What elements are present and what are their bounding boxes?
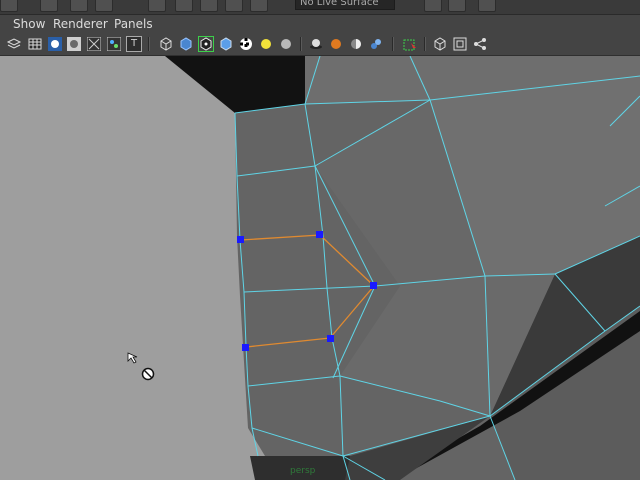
snap-grid-icon[interactable] (148, 0, 166, 12)
wireframe-on-shaded-icon[interactable] (198, 36, 214, 52)
checker-icon[interactable] (238, 36, 254, 52)
image-plane-icon[interactable] (106, 36, 122, 52)
light-bulb-icon[interactable] (258, 36, 274, 52)
multisample-icon[interactable] (368, 36, 384, 52)
select-by-hierarchy-icon[interactable] (40, 0, 58, 12)
menu-renderer[interactable]: Renderer (53, 15, 108, 33)
text-icon[interactable]: T (126, 36, 142, 52)
toolbar-separator (148, 37, 150, 51)
toolbar-separator (392, 37, 394, 51)
select-by-component-icon[interactable] (95, 0, 113, 12)
vertex-handle[interactable] (237, 236, 244, 243)
vertex-handle[interactable] (327, 335, 334, 342)
vertex-handle[interactable] (242, 344, 249, 351)
wireframe-cube-icon[interactable] (158, 36, 174, 52)
menu-show[interactable]: Show (13, 15, 45, 33)
smooth-shade-cube-icon[interactable] (178, 36, 194, 52)
xray-icon[interactable] (86, 36, 102, 52)
select-camera-icon[interactable] (402, 36, 418, 52)
camera-attributes-icon[interactable] (6, 36, 22, 52)
default-light-icon[interactable] (278, 36, 294, 52)
panel-menu-bar: Show Renderer Panels (0, 15, 640, 33)
viewport-canvas[interactable] (0, 56, 640, 480)
textured-cube-icon[interactable] (218, 36, 234, 52)
render-icon[interactable] (424, 0, 442, 12)
menu-panels[interactable]: Panels (114, 15, 153, 33)
live-surface-field[interactable]: No Live Surface (295, 0, 395, 10)
snap-point-icon[interactable] (200, 0, 218, 12)
snap-view-icon[interactable] (225, 0, 243, 12)
ambient-occlusion-icon[interactable] (328, 36, 344, 52)
snap-curve-icon[interactable] (175, 0, 193, 12)
toolbar-separator (424, 37, 426, 51)
share-icon[interactable] (472, 36, 488, 52)
select-by-object-icon[interactable] (70, 0, 88, 12)
panel-toolbar: T (0, 33, 640, 56)
resolution-gate-icon[interactable] (452, 36, 468, 52)
isolate-icon[interactable] (66, 36, 82, 52)
toolbar-separator (300, 37, 302, 51)
vertex-handle[interactable] (370, 282, 377, 289)
grid-icon[interactable] (27, 36, 43, 52)
render-settings-icon[interactable] (478, 0, 496, 12)
vertex-handle[interactable] (316, 231, 323, 238)
toolbar-button[interactable] (0, 0, 18, 12)
shadows-icon[interactable] (308, 36, 324, 52)
motion-blur-icon[interactable] (348, 36, 364, 52)
perspective-viewport[interactable] (0, 56, 640, 480)
make-live-icon[interactable] (250, 0, 268, 12)
shaded-sphere-icon[interactable] (47, 36, 63, 52)
status-line-toolbar: No Live Surface (0, 0, 640, 15)
cube-icon[interactable] (432, 36, 448, 52)
camera-name-label: persp (290, 466, 316, 476)
ipr-render-icon[interactable] (448, 0, 466, 12)
